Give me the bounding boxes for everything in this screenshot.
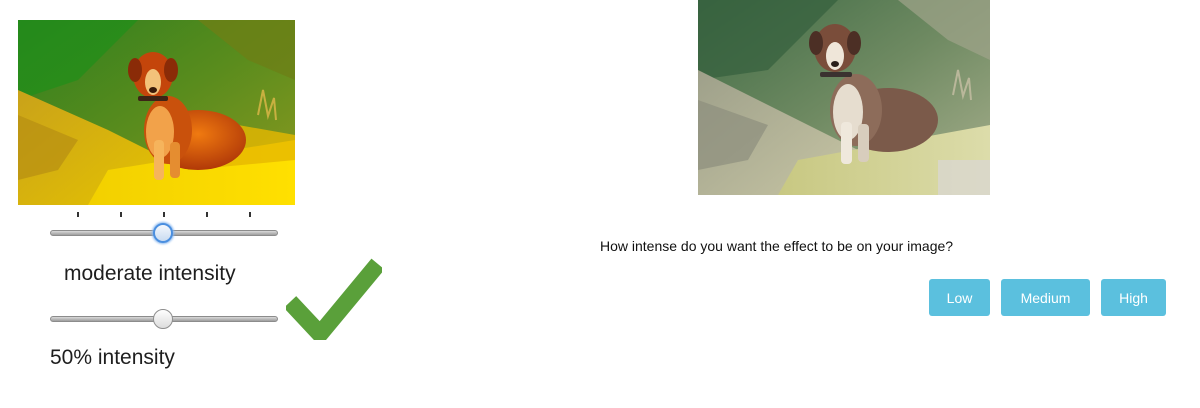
intensity-question: How intense do you want the effect to be…	[600, 238, 954, 254]
medium-button[interactable]: Medium	[1001, 279, 1090, 316]
slider-tick	[249, 212, 251, 217]
dog-photo-faded-image	[698, 0, 990, 195]
moderate-intensity-slider[interactable]	[50, 212, 278, 252]
low-button[interactable]: Low	[929, 279, 990, 316]
dog-photo-faded	[698, 0, 990, 195]
percent-intensity-caption: 50% intensity	[50, 346, 175, 369]
slider-thumb[interactable]	[153, 309, 173, 329]
high-button[interactable]: High	[1101, 279, 1166, 316]
dog-photo-saturated-image	[18, 20, 295, 205]
checkmark-icon	[286, 258, 382, 340]
percent-intensity-slider[interactable]	[50, 306, 278, 332]
slider-tick	[206, 212, 208, 217]
dog-photo-saturated	[18, 20, 295, 205]
slider-tick	[163, 212, 165, 217]
slider-tick	[120, 212, 122, 217]
slider-thumb[interactable]	[153, 223, 173, 243]
slider-tick	[77, 212, 79, 217]
moderate-intensity-caption: moderate intensity	[64, 262, 236, 285]
